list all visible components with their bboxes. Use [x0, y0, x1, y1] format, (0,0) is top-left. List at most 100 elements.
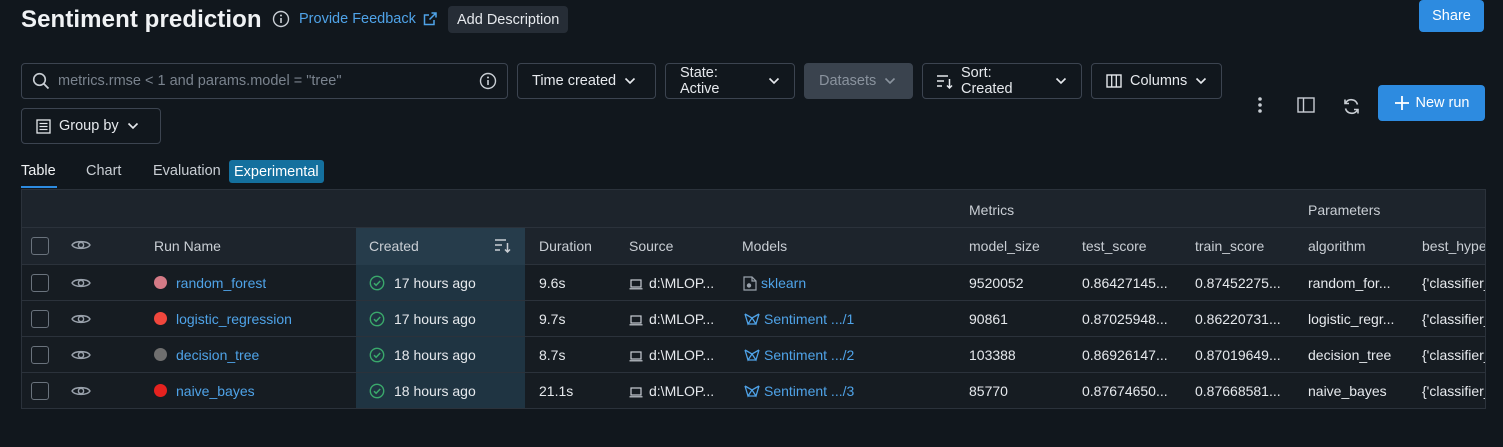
source-cell: d:\MLOP...: [649, 383, 715, 399]
more-options-icon[interactable]: [1249, 94, 1271, 116]
col-header-source[interactable]: Source: [629, 238, 673, 254]
algorithm-cell: naive_bayes: [1308, 383, 1387, 399]
created-cell: 18 hours ago: [394, 347, 476, 363]
col-header-duration[interactable]: Duration: [539, 238, 592, 254]
datasets-dropdown[interactable]: Datasets: [804, 63, 913, 99]
eye-icon[interactable]: [71, 312, 91, 326]
chevron-down-icon: [127, 122, 139, 130]
active-tab-indicator: [21, 186, 57, 188]
model-link[interactable]: Sentiment .../3: [764, 383, 854, 399]
eye-icon[interactable]: [71, 384, 91, 398]
run-name-link[interactable]: naive_bayes: [176, 383, 255, 399]
table-row[interactable]: naive_bayes 18 hours ago 21.1s d:\MLOP... Se…: [22, 373, 1485, 408]
duration-cell: 9.7s: [539, 311, 566, 327]
eye-icon[interactable]: [71, 348, 91, 362]
new-run-label: New run: [1415, 95, 1470, 111]
time-created-dropdown[interactable]: Time created: [517, 63, 656, 99]
new-run-button[interactable]: New run: [1378, 85, 1485, 121]
col-header-model-size[interactable]: model_size: [969, 238, 1040, 254]
refresh-icon[interactable]: [1340, 95, 1362, 117]
algorithm-cell: random_for...: [1308, 275, 1391, 291]
check-circle-icon: [369, 347, 385, 363]
eye-icon[interactable]: [71, 238, 91, 252]
columns-icon: [1106, 73, 1122, 89]
provide-feedback-link[interactable]: Provide Feedback: [299, 11, 438, 27]
group-header-row: Metrics Parameters: [22, 190, 1485, 228]
row-checkbox[interactable]: [31, 274, 49, 292]
best-hyper-cell: {'classifier_: [1422, 311, 1486, 327]
search-input[interactable]: [58, 73, 479, 89]
row-checkbox[interactable]: [31, 310, 49, 328]
external-link-icon: [422, 11, 438, 27]
page-title: Sentiment prediction: [21, 6, 262, 33]
source-cell: d:\MLOP...: [649, 275, 715, 291]
model-link[interactable]: Sentiment .../2: [764, 347, 854, 363]
model-link[interactable]: sklearn: [761, 275, 806, 291]
created-cell: 18 hours ago: [394, 383, 476, 399]
runs-table: Metrics Parameters Run Name Created Dura…: [21, 189, 1486, 409]
search-icon: [32, 72, 50, 90]
train-score-cell: 0.86220731...: [1195, 311, 1281, 327]
run-color-dot[interactable]: [154, 384, 167, 397]
add-description-button[interactable]: Add Description: [448, 6, 569, 33]
info-icon[interactable]: [272, 10, 290, 28]
search-info-icon[interactable]: [479, 72, 497, 90]
select-all-checkbox[interactable]: [31, 237, 49, 255]
table-row[interactable]: random_forest 17 hours ago 9.6s d:\MLOP... s…: [22, 265, 1485, 301]
row-checkbox[interactable]: [31, 382, 49, 400]
laptop-icon: [629, 279, 643, 290]
state-dropdown[interactable]: State: Active: [665, 63, 795, 99]
tab-evaluation[interactable]: Evaluation: [153, 163, 221, 179]
columns-dropdown[interactable]: Columns: [1091, 63, 1222, 99]
train-score-cell: 0.87668581...: [1195, 383, 1281, 399]
registered-model-icon: [743, 348, 761, 362]
row-checkbox[interactable]: [31, 346, 49, 364]
col-header-run-name[interactable]: Run Name: [154, 238, 221, 254]
eye-icon[interactable]: [71, 276, 91, 290]
tab-table[interactable]: Table: [21, 163, 56, 179]
chevron-down-icon: [1195, 77, 1207, 85]
laptop-icon: [629, 351, 643, 362]
test-score-cell: 0.86926147...: [1082, 347, 1168, 363]
datasets-label: Datasets: [819, 73, 877, 89]
model-size-cell: 90861: [969, 311, 1008, 327]
sort-dropdown[interactable]: Sort: Created: [922, 63, 1082, 99]
col-header-train-score[interactable]: train_score: [1195, 238, 1264, 254]
run-color-dot[interactable]: [154, 312, 167, 325]
sort-label: Sort: Created: [961, 65, 1013, 97]
state-label: State: Active: [680, 65, 720, 97]
side-panel-icon[interactable]: [1295, 94, 1317, 116]
duration-cell: 8.7s: [539, 347, 566, 363]
col-header-test-score[interactable]: test_score: [1082, 238, 1147, 254]
best-hyper-cell: {'classifier_: [1422, 347, 1486, 363]
run-color-dot[interactable]: [154, 348, 167, 361]
created-cell: 17 hours ago: [394, 275, 476, 291]
table-row[interactable]: decision_tree 18 hours ago 8.7s d:\MLOP... S…: [22, 337, 1485, 373]
run-name-link[interactable]: logistic_regression: [176, 311, 292, 327]
chevron-down-icon: [884, 77, 896, 85]
table-row[interactable]: logistic_regression 17 hours ago 9.7s d:\ML…: [22, 301, 1485, 337]
group-by-dropdown[interactable]: Group by: [21, 108, 161, 144]
sklearn-file-icon: [743, 276, 757, 291]
time-created-label: Time created: [532, 73, 617, 89]
run-name-link[interactable]: decision_tree: [176, 347, 259, 363]
model-size-cell: 103388: [969, 347, 1016, 363]
sort-icon: [936, 73, 953, 89]
created-cell: 17 hours ago: [394, 311, 476, 327]
col-header-algorithm[interactable]: algorithm: [1308, 238, 1366, 254]
sort-desc-icon[interactable]: [494, 237, 511, 253]
run-color-dot[interactable]: [154, 276, 167, 289]
tab-chart[interactable]: Chart: [86, 163, 121, 179]
check-circle-icon: [369, 275, 385, 291]
experimental-badge: Experimental: [229, 160, 324, 183]
share-button[interactable]: Share: [1419, 0, 1484, 32]
model-link[interactable]: Sentiment .../1: [764, 311, 854, 327]
col-header-created[interactable]: Created: [369, 238, 419, 254]
col-header-models[interactable]: Models: [742, 238, 787, 254]
test-score-cell: 0.87025948...: [1082, 311, 1168, 327]
run-name-link[interactable]: random_forest: [176, 275, 266, 291]
list-icon: [36, 118, 51, 134]
col-header-best-hyper[interactable]: best_hype: [1422, 238, 1485, 254]
group-by-label: Group by: [59, 118, 119, 134]
algorithm-cell: decision_tree: [1308, 347, 1392, 363]
